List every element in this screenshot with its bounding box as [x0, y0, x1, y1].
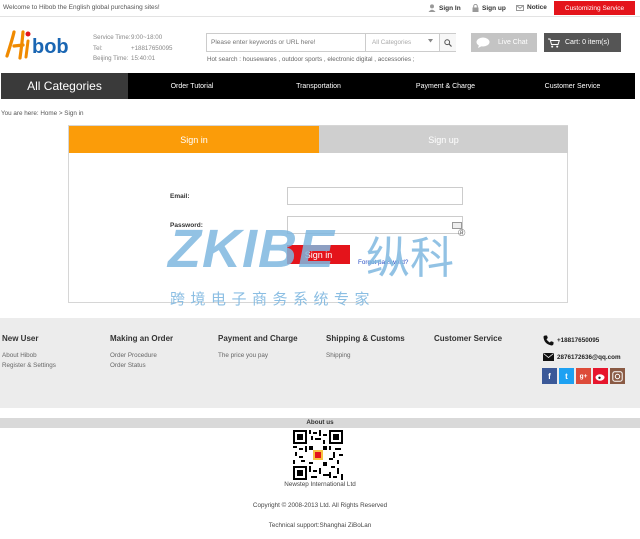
- email-field[interactable]: [287, 187, 463, 205]
- sign-in-link[interactable]: Sign In: [428, 4, 461, 12]
- password-field[interactable]: [287, 216, 463, 234]
- cart-button[interactable]: Cart: 0 item(s): [544, 33, 621, 52]
- nav-customer-service[interactable]: Customer Service: [510, 73, 635, 99]
- beijing-time-row: Beijing Time: 15:40:01: [93, 55, 156, 62]
- keyboard-icon[interactable]: [452, 222, 462, 229]
- category-select[interactable]: All Categories: [365, 34, 439, 51]
- main-nav: All Categories Order Tutorial Transporta…: [1, 73, 635, 99]
- about-us-bar[interactable]: About us: [0, 418, 640, 428]
- social-links: f t g+: [542, 368, 625, 384]
- footer-col-making-order: Making an Order Order Procedure Order St…: [110, 334, 174, 371]
- customizing-service-button[interactable]: Customizing Service: [554, 1, 635, 15]
- live-chat-button[interactable]: Live Chat: [471, 33, 537, 52]
- nav-order-tutorial[interactable]: Order Tutorial: [128, 73, 256, 99]
- search-input[interactable]: [207, 34, 365, 51]
- nav-payment-charge[interactable]: Payment & Charge: [381, 73, 510, 99]
- service-info: Service Time: 9:00~18:00 Tel: +18817650095…: [93, 33, 172, 65]
- company-name: Newstep International Ltd: [284, 481, 356, 488]
- chat-bubble-icon: [476, 37, 490, 48]
- footer-email: 2876172636@qq.com: [543, 353, 621, 361]
- footer-link[interactable]: The price you pay: [218, 351, 298, 361]
- user-icon: [428, 4, 436, 12]
- footer-col-new-user: New User About Hibob Register & Settings: [2, 334, 56, 371]
- copyright: Copyright © 2008-2013 Ltd. All Rights Re…: [252, 502, 388, 509]
- twitter-icon[interactable]: t: [559, 368, 574, 384]
- forgot-password-link[interactable]: Forgot password?: [358, 259, 408, 266]
- tel-row: Tel: +18817650095: [93, 44, 173, 52]
- footer-link[interactable]: Shipping: [326, 351, 405, 361]
- instagram-icon[interactable]: [610, 368, 625, 384]
- hibob-logo[interactable]: bob: [4, 28, 84, 62]
- footer: New User About Hibob Register & Settings…: [0, 318, 640, 408]
- search-box: All Categories: [206, 33, 456, 52]
- qr-code: [293, 430, 343, 480]
- hot-search[interactable]: Hot search : housewares , outdoor sports…: [207, 56, 415, 63]
- google-plus-icon[interactable]: g+: [576, 368, 591, 384]
- footer-link[interactable]: Order Procedure: [110, 351, 173, 361]
- footer-phone: +18817650095: [543, 335, 599, 346]
- lock-icon: [472, 4, 479, 12]
- chevron-down-icon: [428, 39, 433, 43]
- facebook-icon[interactable]: f: [542, 368, 557, 384]
- service-time-row: Service Time: 9:00~18:00: [93, 34, 163, 41]
- search-button[interactable]: [439, 34, 456, 51]
- footer-link[interactable]: Order Status: [110, 361, 173, 371]
- nav-transportation[interactable]: Transportation: [256, 73, 381, 99]
- technical-support: Technical support:Shanghai ZiBoLan: [268, 522, 372, 529]
- footer-col-payment: Payment and Charge The price you pay: [218, 334, 298, 361]
- all-categories-menu[interactable]: All Categories: [1, 73, 128, 99]
- sign-up-link[interactable]: Sign up: [472, 4, 506, 12]
- footer-col-customer-service: Customer Service: [434, 334, 503, 343]
- phone-icon: [543, 335, 554, 346]
- welcome-text: Welcome to Hibob the English global purc…: [3, 4, 160, 11]
- weibo-icon[interactable]: [593, 368, 608, 384]
- footer-link[interactable]: About Hibob: [2, 351, 56, 361]
- cart-icon: [548, 38, 560, 48]
- breadcrumb: You are here: Home > Sign in: [1, 110, 84, 117]
- notice-link[interactable]: Notice: [516, 4, 547, 11]
- mail-icon: [543, 353, 554, 361]
- search-icon: [444, 38, 452, 47]
- sign-in-button[interactable]: Sign in: [287, 245, 350, 264]
- footer-link[interactable]: Register & Settings: [2, 361, 56, 371]
- footer-col-shipping: Shipping & Customs Shipping: [326, 334, 405, 361]
- tab-sign-up[interactable]: Sign up: [319, 126, 568, 153]
- tab-sign-in[interactable]: Sign in: [69, 126, 319, 153]
- email-label: Email:: [170, 193, 190, 200]
- login-panel: Sign in Sign up Email: Password: Sign in…: [68, 125, 568, 303]
- mail-icon: [516, 4, 524, 11]
- logo-text: bob: [32, 36, 69, 58]
- password-label: Password:: [170, 222, 203, 229]
